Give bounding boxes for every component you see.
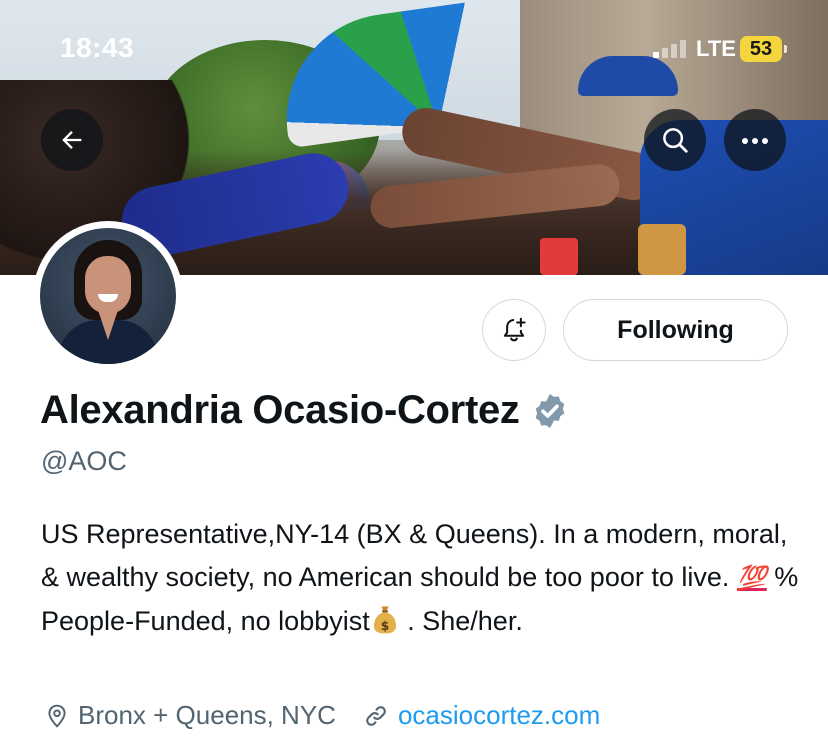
profile-handle: @AOC bbox=[41, 446, 127, 476]
cellular-signal-icon bbox=[653, 38, 691, 58]
status-time: 18:43 bbox=[60, 32, 135, 63]
link-icon bbox=[366, 705, 386, 726]
profile-name: Alexandria Ocasio-Cortez bbox=[40, 388, 520, 432]
search-button[interactable] bbox=[644, 109, 706, 171]
more-horizontal-icon bbox=[740, 131, 770, 149]
battery-level: 53 bbox=[749, 38, 773, 60]
website[interactable]: ocasiocortez.com bbox=[362, 700, 600, 731]
notifications-button[interactable] bbox=[482, 299, 546, 361]
profile-meta: Bronx + Queens, NYC ocasiocortez.com bbox=[44, 700, 600, 731]
hundred-points-emoji: 💯 bbox=[736, 565, 767, 592]
website-link[interactable]: ocasiocortez.com bbox=[398, 700, 600, 731]
location-pin-icon bbox=[48, 704, 66, 728]
banner-cup bbox=[540, 238, 578, 275]
avatar[interactable] bbox=[33, 221, 183, 371]
bio-text-1: US Representative,NY-14 (BX & Queens). I… bbox=[41, 519, 788, 592]
network-type: LTE bbox=[696, 36, 736, 61]
profile-name-row: Alexandria Ocasio-Cortez bbox=[40, 388, 570, 433]
money-bag-icon: $ bbox=[373, 606, 396, 634]
avatar-photo bbox=[40, 228, 176, 364]
verified-badge-icon[interactable] bbox=[530, 391, 570, 431]
location: Bronx + Queens, NYC bbox=[44, 700, 336, 731]
banner-cup-jar bbox=[638, 224, 686, 275]
location-text: Bronx + Queens, NYC bbox=[78, 700, 336, 730]
arrow-left-icon bbox=[62, 131, 82, 149]
bell-plus-icon bbox=[503, 317, 526, 342]
banner-cap bbox=[578, 56, 678, 96]
back-button[interactable] bbox=[41, 109, 103, 171]
svg-text:$: $ bbox=[380, 619, 389, 633]
following-button[interactable]: Following bbox=[563, 299, 788, 361]
following-label: Following bbox=[617, 315, 734, 344]
bio-text-3: . She/her. bbox=[399, 606, 523, 636]
search-icon bbox=[663, 128, 688, 153]
battery-icon: 53 bbox=[740, 36, 787, 62]
more-button[interactable] bbox=[724, 109, 786, 171]
profile-bio: US Representative,NY-14 (BX & Queens). I… bbox=[41, 513, 801, 643]
